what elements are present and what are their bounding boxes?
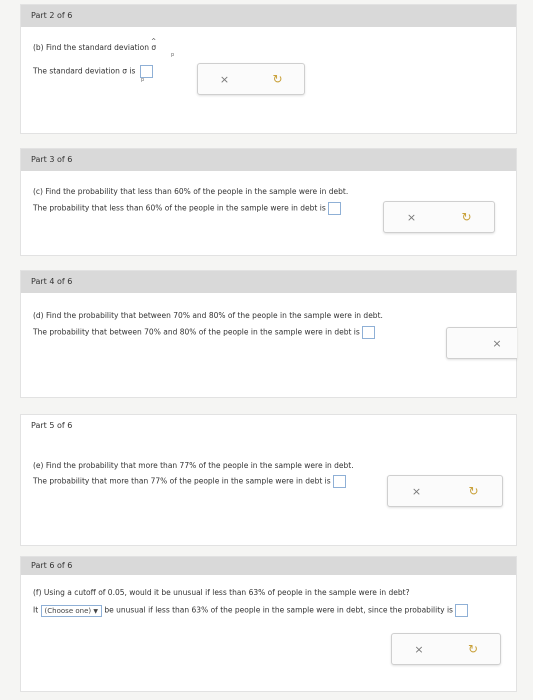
part-4-button-bar: × bbox=[446, 327, 517, 359]
part-5-answer: The probability that more than 77% of th… bbox=[33, 475, 346, 488]
part-5-answer-text: The probability that more than 77% of th… bbox=[33, 476, 331, 486]
part-4-answer-text: The probability that between 70% and 80%… bbox=[33, 327, 360, 337]
part-6-select-label: (Choose one) bbox=[44, 606, 92, 615]
part-5-question: (e) Find the probability that more than … bbox=[33, 461, 354, 470]
redo-icon[interactable]: ↻ bbox=[266, 68, 290, 90]
part-2-answer: The standard deviation σ is bbox=[33, 65, 153, 78]
part-6-answer-input[interactable] bbox=[454, 604, 468, 617]
part-3-panel: Part 3 of 6 (c) Find the probability tha… bbox=[20, 148, 517, 256]
part-6-choose-select[interactable]: (Choose one) ▼ bbox=[40, 604, 102, 617]
part-6-question: (f) Using a cutoff of 0.05, would it be … bbox=[33, 588, 410, 597]
part-6-panel: Part 6 of 6 (f) Using a cutoff of 0.05, … bbox=[20, 556, 517, 692]
part-3-answer-input[interactable] bbox=[327, 202, 341, 215]
part-6-header: Part 6 of 6 bbox=[21, 557, 516, 575]
clear-icon[interactable]: × bbox=[400, 206, 424, 228]
part-3-button-bar: × ↻ bbox=[383, 201, 495, 233]
part-6-button-bar: × ↻ bbox=[391, 633, 501, 665]
part-2-panel: Part 2 of 6 (b) Find the standard deviat… bbox=[20, 4, 517, 134]
part-3-question: (c) Find the probability that less than … bbox=[33, 187, 349, 196]
part-4-answer-input[interactable] bbox=[361, 326, 375, 339]
part-3-answer-text: The probability that less than 60% of th… bbox=[33, 203, 326, 213]
part-4-panel: Part 4 of 6 (d) Find the probability tha… bbox=[20, 270, 517, 398]
part-2-answer-mid: is bbox=[126, 66, 138, 76]
part-2-answer-sub: p bbox=[141, 77, 145, 83]
part-2-question-sub: p bbox=[171, 52, 175, 58]
page: Part 2 of 6 (b) Find the standard deviat… bbox=[0, 0, 533, 700]
part-6-answer: It (Choose one) ▼ be unusual if less tha… bbox=[33, 604, 468, 617]
part-2-hat: ^ bbox=[151, 38, 157, 45]
part-5-button-bar: × ↻ bbox=[387, 475, 503, 507]
part-2-question: (b) Find the standard deviation σ ^ bbox=[33, 38, 157, 52]
part-6-answer-rest: be unusual if less than 63% of the peopl… bbox=[104, 605, 453, 615]
part-3-answer: The probability that less than 60% of th… bbox=[33, 202, 341, 215]
part-2-answer-text: The standard deviation σ bbox=[33, 66, 127, 76]
part-5-answer-input[interactable] bbox=[332, 475, 346, 488]
part-4-question: (d) Find the probability that between 70… bbox=[33, 311, 383, 320]
part-3-header: Part 3 of 6 bbox=[21, 149, 516, 171]
redo-icon[interactable]: ↻ bbox=[462, 480, 486, 502]
part-4-answer: The probability that between 70% and 80%… bbox=[33, 326, 375, 339]
redo-icon[interactable]: ↻ bbox=[461, 638, 485, 660]
part-4-header: Part 4 of 6 bbox=[21, 271, 516, 293]
clear-icon[interactable]: × bbox=[405, 480, 429, 502]
part-5-panel: Part 5 of 6 (e) Find the probability tha… bbox=[20, 414, 517, 546]
part-6-answer-prefix: It bbox=[33, 605, 39, 615]
clear-icon[interactable]: × bbox=[407, 638, 431, 660]
clear-icon[interactable]: × bbox=[213, 68, 237, 90]
part-2-question-text: (b) Find the standard deviation σ bbox=[33, 43, 157, 52]
clear-icon[interactable]: × bbox=[485, 332, 509, 354]
part-5-header: Part 5 of 6 bbox=[21, 415, 516, 437]
redo-icon[interactable]: ↻ bbox=[455, 206, 479, 228]
part-2-button-bar: × ↻ bbox=[197, 63, 305, 95]
chevron-down-icon: ▼ bbox=[93, 607, 98, 615]
part-2-header: Part 2 of 6 bbox=[21, 5, 516, 27]
